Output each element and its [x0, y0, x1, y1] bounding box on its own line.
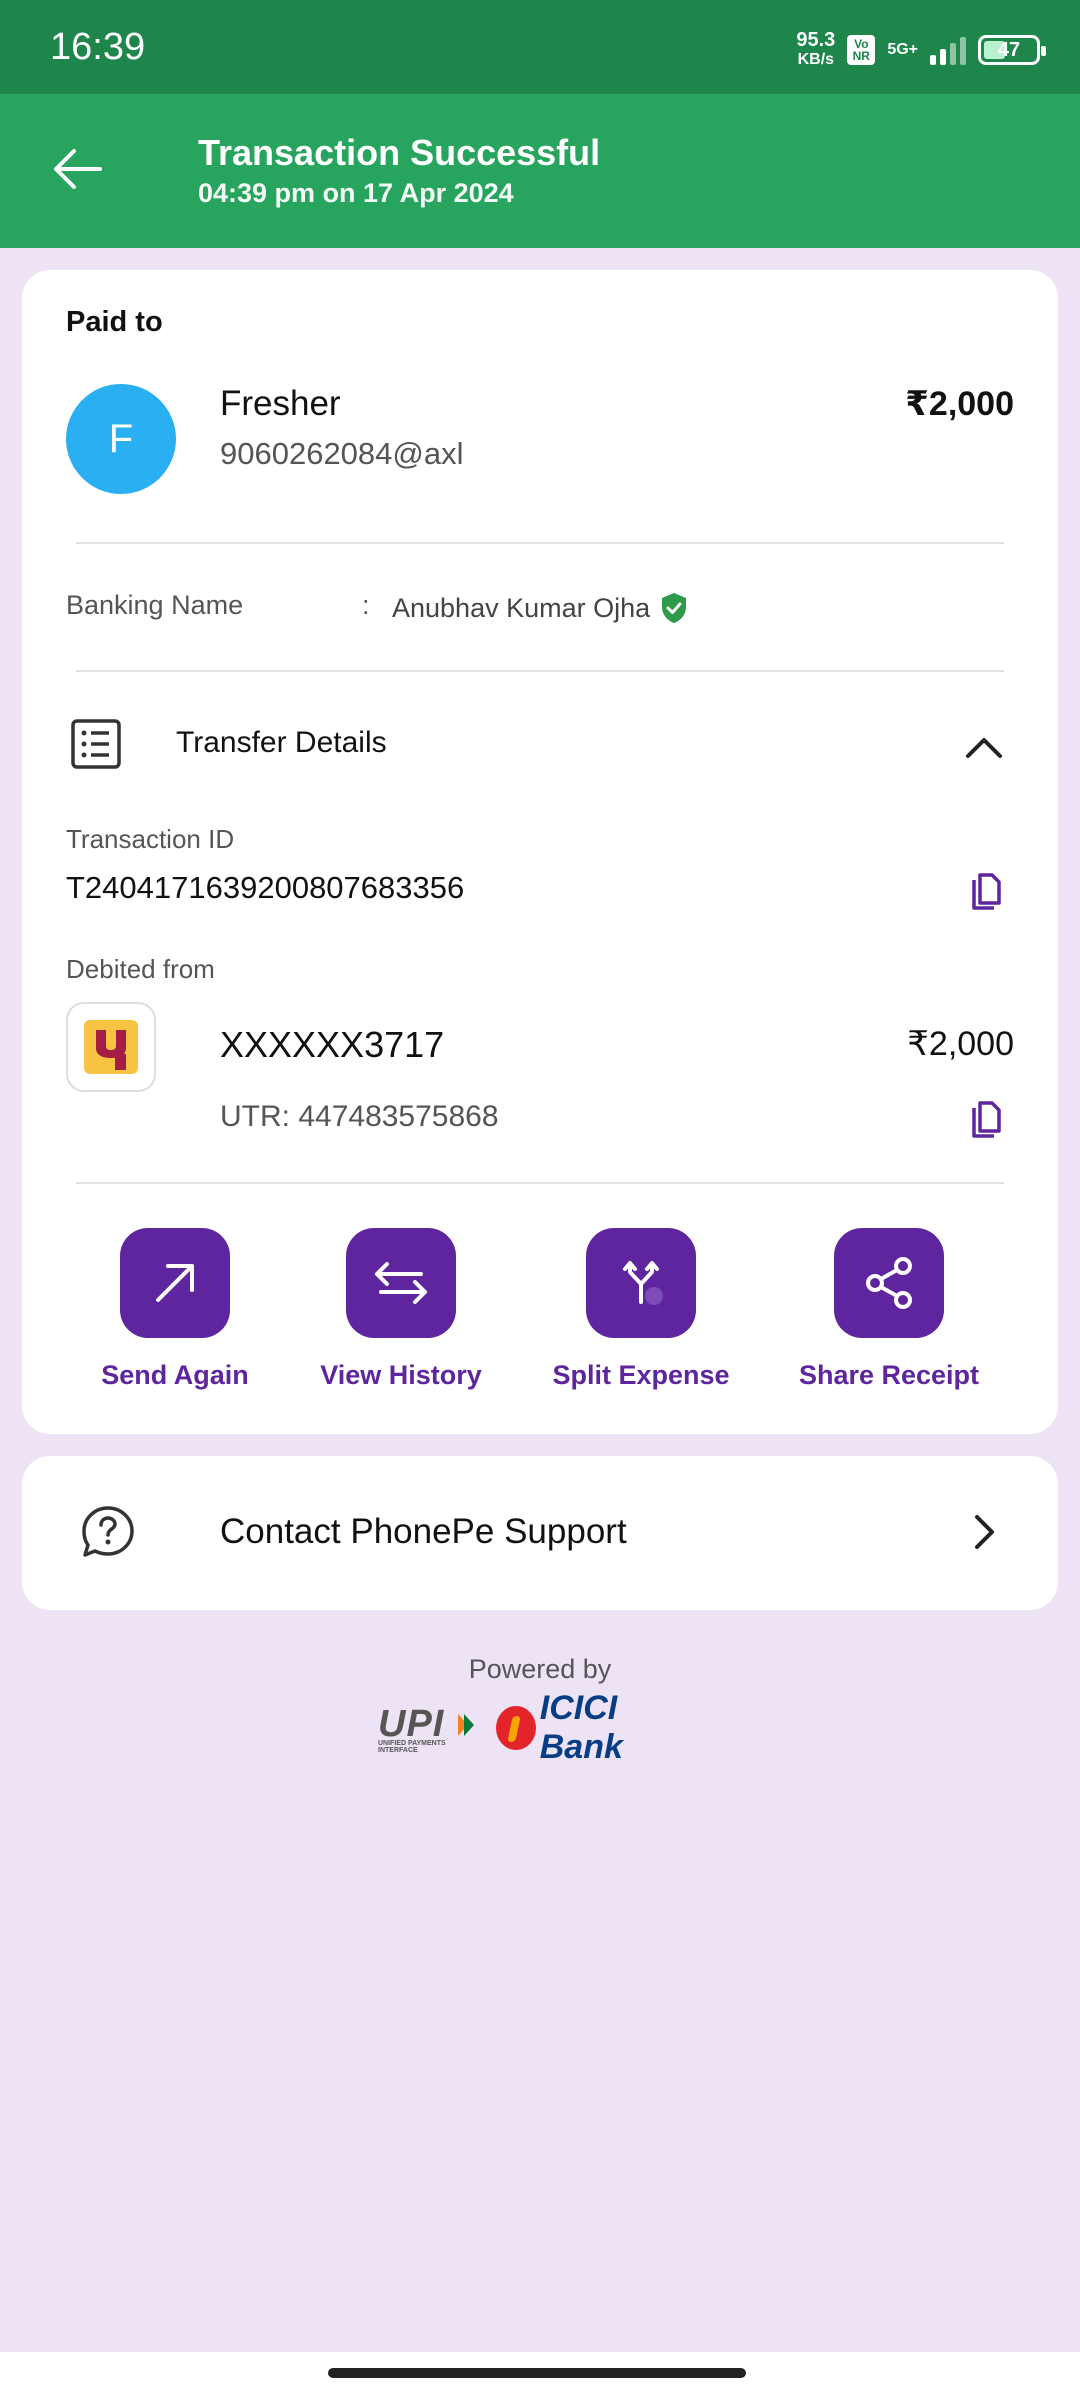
contact-support-label[interactable]: Contact PhonePe Support [220, 1512, 627, 1552]
avatar-initial: F [108, 416, 134, 461]
send-again-label: Send Again [101, 1360, 249, 1390]
arrow-left-icon [54, 149, 102, 189]
volte-icon: Vo NR [847, 35, 876, 65]
partner-logos: UPI UNIFIED PAYMENTS INTERFACE ICICI Ban… [378, 1689, 708, 1766]
send-again-action[interactable]: Send Again [75, 1228, 275, 1391]
account-number: XXXXXX3717 [220, 1024, 445, 1065]
payee-vpa: 9060262084@axl [220, 436, 464, 471]
copy-icon[interactable] [968, 872, 1004, 912]
banking-name-label: Banking Name [66, 590, 244, 620]
status-time: 16:39 [50, 26, 146, 68]
banking-name-value: Anubhav Kumar Ojha [392, 592, 688, 624]
bank-logo [66, 1002, 156, 1092]
share-receipt-button[interactable] [834, 1228, 944, 1338]
banking-name-colon: : [362, 590, 370, 620]
powered-by-label: Powered by [468, 1654, 612, 1684]
icici-bank-logo: ICICI Bank [496, 1689, 708, 1767]
page-title: Transaction Successful [198, 132, 601, 173]
battery-level: 47 [997, 39, 1021, 61]
verified-shield-icon [662, 593, 687, 623]
send-again-button[interactable] [120, 1228, 230, 1338]
divider [76, 542, 1004, 544]
avatar: F [66, 384, 176, 494]
battery-icon: 47 [978, 35, 1046, 65]
share-receipt-action[interactable]: Share Receipt [789, 1228, 989, 1391]
split-expense-label: Split Expense [552, 1360, 730, 1390]
home-indicator[interactable] [328, 2368, 746, 2378]
divider [76, 1182, 1004, 1184]
upi-arrow-icon [457, 1714, 474, 1737]
paid-amount: ₹2,000 [905, 385, 1014, 423]
banking-name-text: Anubhav Kumar Ojha [392, 592, 651, 623]
copy-icon[interactable] [968, 1100, 1004, 1140]
icici-mark-icon [496, 1706, 536, 1750]
receipt-list-icon [71, 719, 121, 769]
network-type: 5G+ [887, 42, 918, 58]
upi-logo-subtext: UNIFIED PAYMENTS INTERFACE [378, 1739, 446, 1754]
chevron-up-icon[interactable] [964, 728, 1004, 768]
status-bar: 16:39 95.3 KB/s Vo NR 5G+ 47 [0, 0, 1080, 94]
icici-bank-text: ICICI Bank [539, 1689, 623, 1766]
swap-arrows-icon [375, 1262, 427, 1304]
debited-amount: ₹2,000 [907, 1025, 1014, 1063]
transaction-id-label: Transaction ID [66, 824, 235, 854]
share-icon [866, 1257, 912, 1309]
network-type-label: 5G+ [887, 41, 918, 58]
signal-icon [930, 35, 966, 65]
network-speed-unit: KB/s [797, 51, 835, 68]
status-icons: 95.3 KB/s Vo NR 5G+ 47 [796, 30, 1046, 70]
divider [76, 670, 1004, 672]
share-receipt-label: Share Receipt [798, 1360, 980, 1390]
view-history-label: View History [320, 1360, 482, 1390]
transaction-id: T2404171639200807683356 [66, 870, 465, 905]
arrow-up-right-icon [156, 1264, 194, 1302]
transfer-details-title[interactable]: Transfer Details [176, 726, 387, 760]
upi-logo-text: UPI [378, 1702, 445, 1745]
transaction-card: Paid to F Fresher 9060262084@axl ₹2,000 … [22, 270, 1058, 1434]
back-button[interactable] [40, 132, 114, 206]
app-header: Transaction Successful 04:39 pm on 17 Ap… [0, 94, 1080, 248]
network-speed: 95.3 KB/s [796, 30, 835, 70]
pnb-bank-icon [84, 1020, 138, 1074]
upi-logo: UPI UNIFIED PAYMENTS INTERFACE [378, 1703, 486, 1754]
split-icon [623, 1261, 663, 1305]
transaction-timestamp: 04:39 pm on 17 Apr 2024 [198, 178, 514, 208]
utr-number: UTR: 447483575868 [220, 1100, 499, 1133]
chevron-right-icon[interactable] [964, 1512, 1004, 1552]
debited-from-label: Debited from [66, 954, 215, 984]
view-history-button[interactable] [346, 1228, 456, 1338]
view-history-action[interactable]: View History [301, 1228, 501, 1391]
network-speed-value: 95.3 [796, 29, 836, 51]
support-card[interactable]: Contact PhonePe Support [22, 1456, 1058, 1610]
split-expense-action[interactable]: Split Expense [541, 1228, 741, 1391]
volte-bottom: NR [852, 49, 870, 63]
help-chat-icon [82, 1506, 134, 1557]
paid-to-label: Paid to [66, 306, 163, 338]
payee-name: Fresher [220, 384, 341, 423]
split-expense-button[interactable] [586, 1228, 696, 1338]
